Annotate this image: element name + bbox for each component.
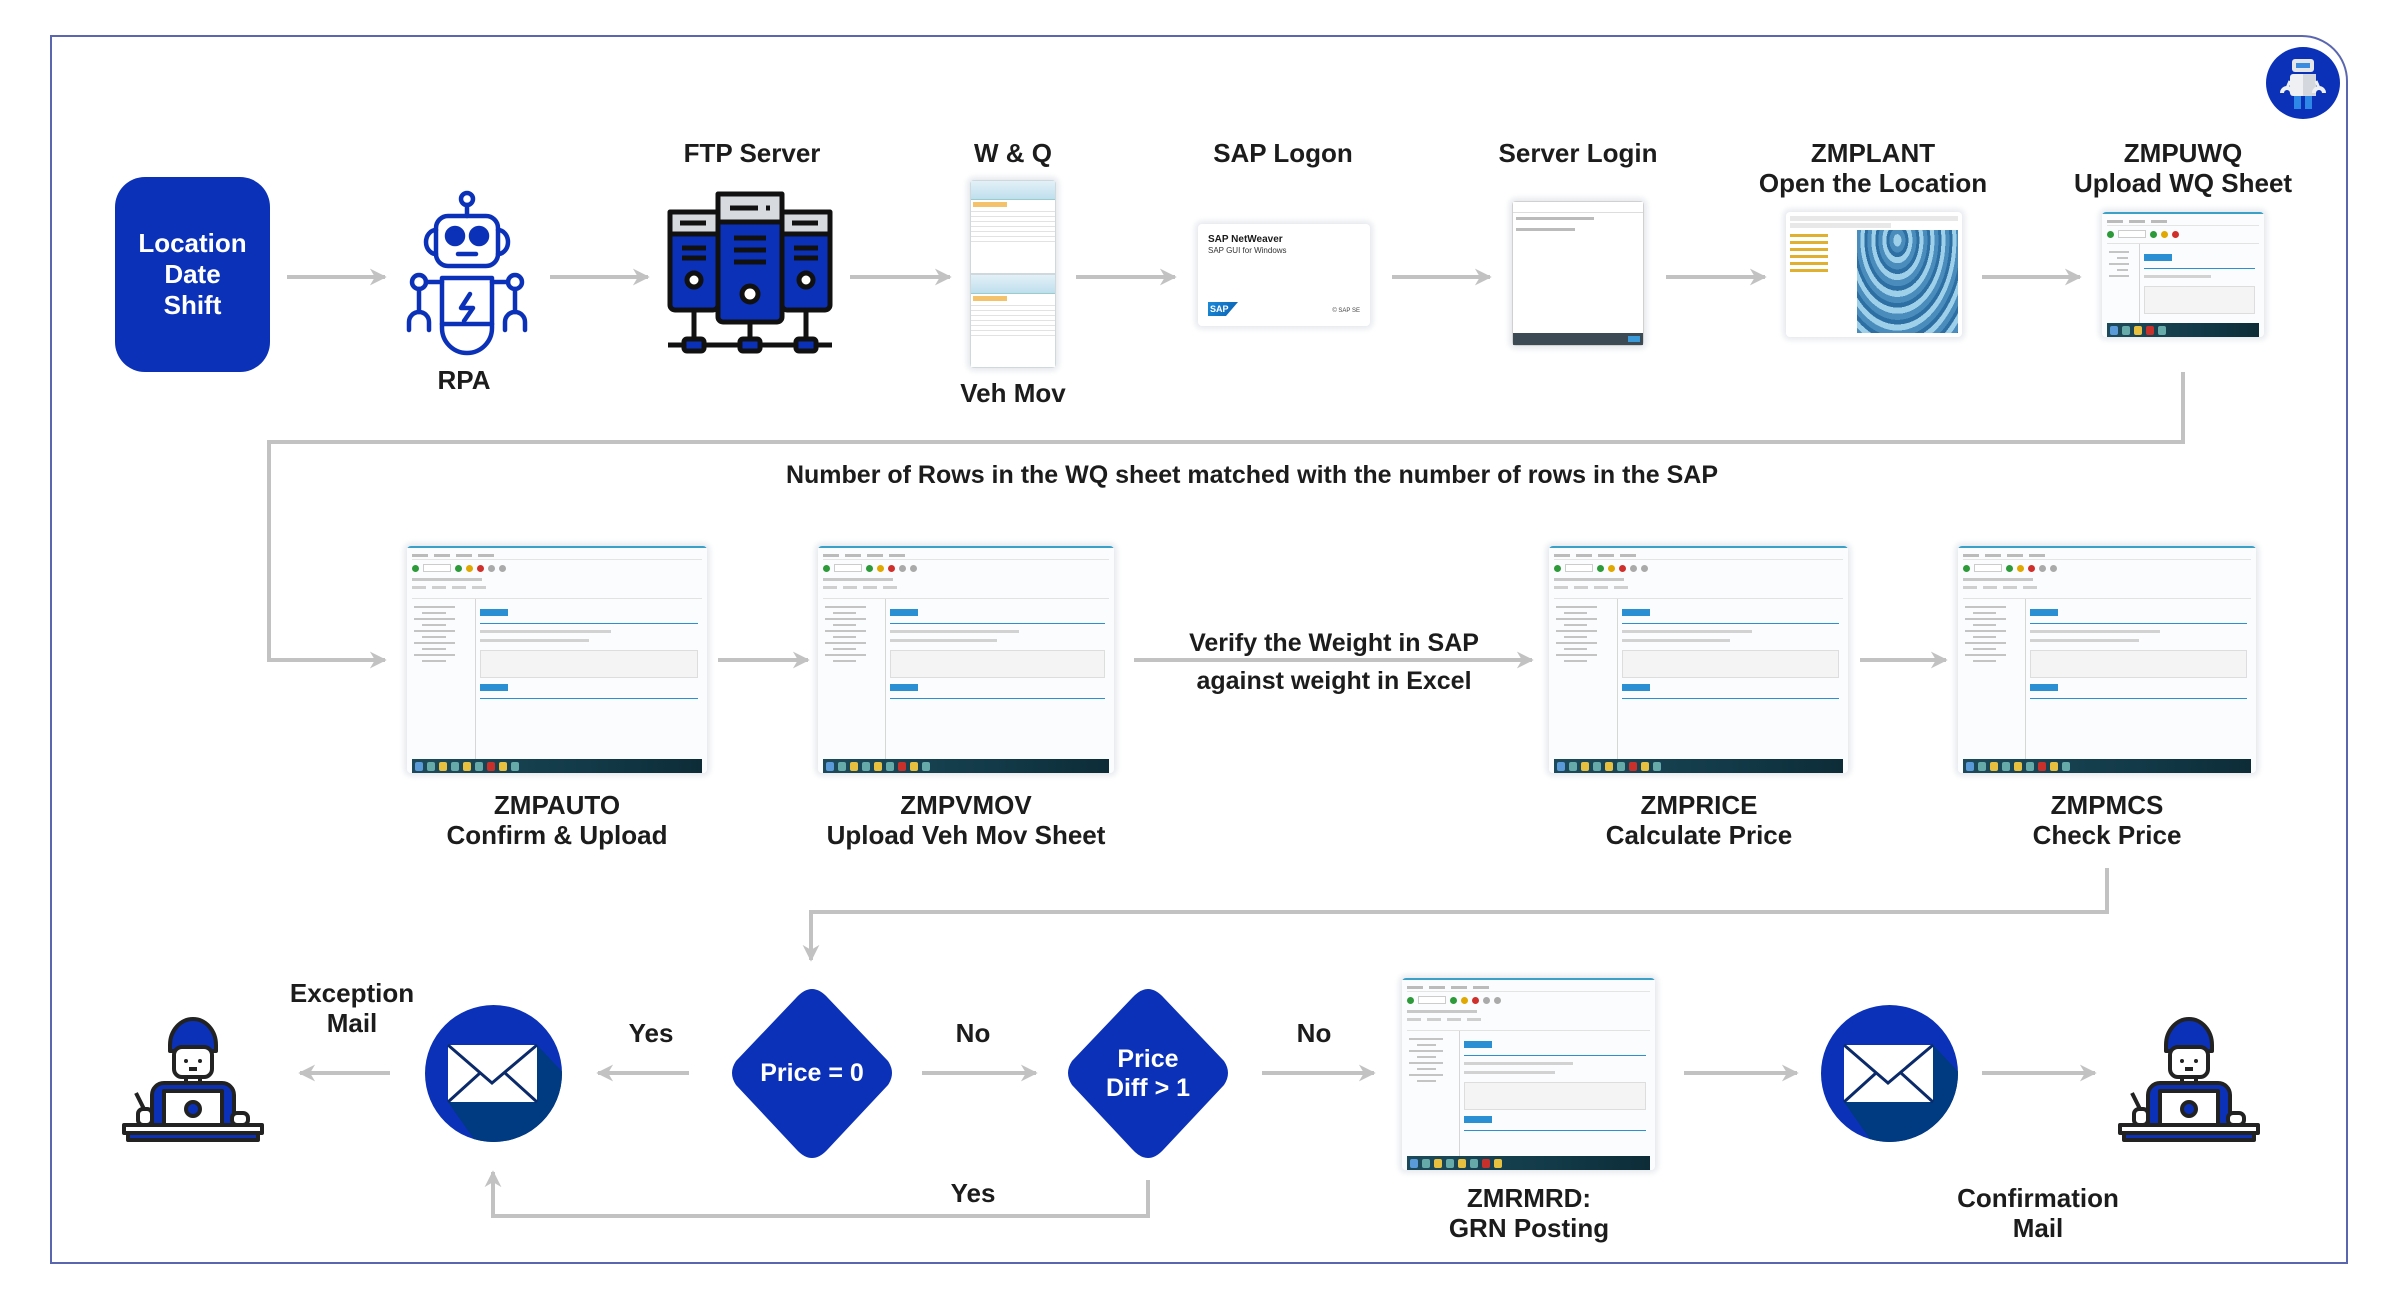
zmpuwq-label: ZMPUWQ Upload WQ Sheet bbox=[2074, 138, 2292, 198]
server-cluster-icon bbox=[666, 190, 834, 358]
decision-price-diff-text: Price Diff > 1 bbox=[1060, 985, 1236, 1162]
confirmation-mail-icon bbox=[1821, 1005, 1958, 1142]
robot-icon bbox=[402, 190, 532, 358]
sap-splash-copyright: © SAP SE bbox=[1332, 308, 1360, 314]
zmrmrd-desc: GRN Posting bbox=[1448, 1213, 1610, 1243]
start-line-location: Location bbox=[138, 228, 247, 258]
wq-label: W & Q bbox=[974, 138, 1052, 168]
confirmation-mail-label: Confirmation Mail bbox=[1957, 1183, 2119, 1243]
exception-mail-line-2: Mail bbox=[326, 1008, 378, 1038]
spreadsheet-thumbnail bbox=[970, 180, 1056, 368]
connection-list-thumbnail bbox=[1512, 201, 1644, 346]
decision-price-diff-line-1: Price bbox=[1117, 1044, 1179, 1073]
start-line-shift: Shift bbox=[163, 290, 222, 320]
zmpuwq-code: ZMPUWQ bbox=[2123, 138, 2243, 168]
ftp-server-label: FTP Server bbox=[683, 138, 821, 168]
exception-user-at-laptop-icon bbox=[122, 1005, 264, 1143]
sap-splash-subtitle: SAP GUI for Windows bbox=[1208, 246, 1287, 255]
verify-weight-note: Verify the Weight in SAP against weight … bbox=[1189, 624, 1479, 700]
sap-logo: SAP bbox=[1208, 302, 1238, 316]
zmplant-desc: Open the Location bbox=[1758, 168, 1988, 198]
zmpmcs-desc: Check Price bbox=[2032, 820, 2182, 850]
zmpuwq-screenshot bbox=[2102, 212, 2264, 337]
row-match-note: Number of Rows in the WQ sheet matched w… bbox=[785, 461, 1719, 489]
exception-mail-line-1: Exception bbox=[289, 978, 415, 1008]
decision-price-zero: Price = 0 bbox=[724, 985, 900, 1162]
zmrmrd-label: ZMRMRD: GRN Posting bbox=[1449, 1183, 1609, 1243]
zmplant-code: ZMPLANT bbox=[1810, 138, 1936, 168]
confirmation-user-at-laptop-icon bbox=[2118, 1005, 2260, 1143]
spreadsheet-veh-mov bbox=[970, 274, 1056, 368]
price-diff-yes-label: Yes bbox=[950, 1178, 996, 1208]
zmrmrd-code: ZMRMRD: bbox=[1466, 1183, 1592, 1213]
price-diff-no-label: No bbox=[1296, 1018, 1332, 1048]
zmprice-label: ZMPRICE Calculate Price bbox=[1606, 790, 1792, 850]
decision-price-zero-text: Price = 0 bbox=[760, 1059, 864, 1087]
decision-price-diff-line-2: Diff > 1 bbox=[1105, 1073, 1191, 1102]
zmpauto-code: ZMPAUTO bbox=[493, 790, 621, 820]
zmpmcs-code: ZMPMCS bbox=[2050, 790, 2164, 820]
exception-mail-label: Exception Mail bbox=[290, 978, 414, 1038]
verify-line-1: Verify the Weight in SAP bbox=[1189, 629, 1479, 657]
zmpmcs-label: ZMPMCS Check Price bbox=[2033, 790, 2182, 850]
verify-line-2: against weight in Excel bbox=[1196, 667, 1472, 695]
rpa-label: RPA bbox=[437, 365, 491, 395]
connector-zmpmcs-to-price-zero bbox=[802, 868, 2109, 962]
zmplant-screenshot bbox=[1786, 212, 1962, 337]
zmpvmov-code: ZMPVMOV bbox=[900, 790, 1032, 820]
start-node-location-date-shift: Location Date Shift bbox=[115, 177, 270, 372]
zmprice-code: ZMPRICE bbox=[1640, 790, 1758, 820]
sap-logon-label: SAP Logon bbox=[1213, 138, 1353, 168]
zmrmrd-screenshot bbox=[1402, 978, 1655, 1170]
zmpvmov-label: ZMPVMOV Upload Veh Mov Sheet bbox=[827, 790, 1106, 850]
zmpmcs-screenshot bbox=[1958, 546, 2256, 773]
sap-splash-title: SAP NetWeaver bbox=[1208, 234, 1283, 245]
zmpuwq-desc: Upload WQ Sheet bbox=[2073, 168, 2293, 198]
zmpvmov-screenshot bbox=[818, 546, 1114, 773]
zmpvmov-desc: Upload Veh Mov Sheet bbox=[826, 820, 1106, 850]
veh-mov-label: Veh Mov bbox=[960, 378, 1066, 408]
sap-logon-splash: SAP NetWeaver SAP GUI for Windows SAP © … bbox=[1198, 224, 1370, 326]
robot-badge-icon bbox=[2266, 47, 2340, 119]
confirmation-mail-line-1: Confirmation bbox=[1957, 1183, 2119, 1213]
spreadsheet-wq bbox=[970, 180, 1056, 274]
decision-price-diff: Price Diff > 1 bbox=[1060, 985, 1236, 1162]
zmpauto-screenshot bbox=[407, 546, 707, 773]
start-line-date: Date bbox=[164, 259, 221, 289]
price-zero-no-label: No bbox=[955, 1018, 991, 1048]
price-zero-yes-label: Yes bbox=[628, 1018, 674, 1048]
server-login-label: Server Login bbox=[1498, 138, 1658, 168]
zmpauto-label: ZMPAUTO Confirm & Upload bbox=[447, 790, 668, 850]
zmprice-screenshot bbox=[1549, 546, 1848, 773]
zmpauto-desc: Confirm & Upload bbox=[446, 820, 668, 850]
zmplant-label: ZMPLANT Open the Location bbox=[1759, 138, 1987, 198]
zmprice-desc: Calculate Price bbox=[1605, 820, 1793, 850]
confirmation-mail-line-2: Mail bbox=[2012, 1213, 2064, 1243]
exception-mail-icon bbox=[425, 1005, 562, 1142]
connector-price-diff-yes-to-exception-mail bbox=[484, 1170, 1150, 1218]
